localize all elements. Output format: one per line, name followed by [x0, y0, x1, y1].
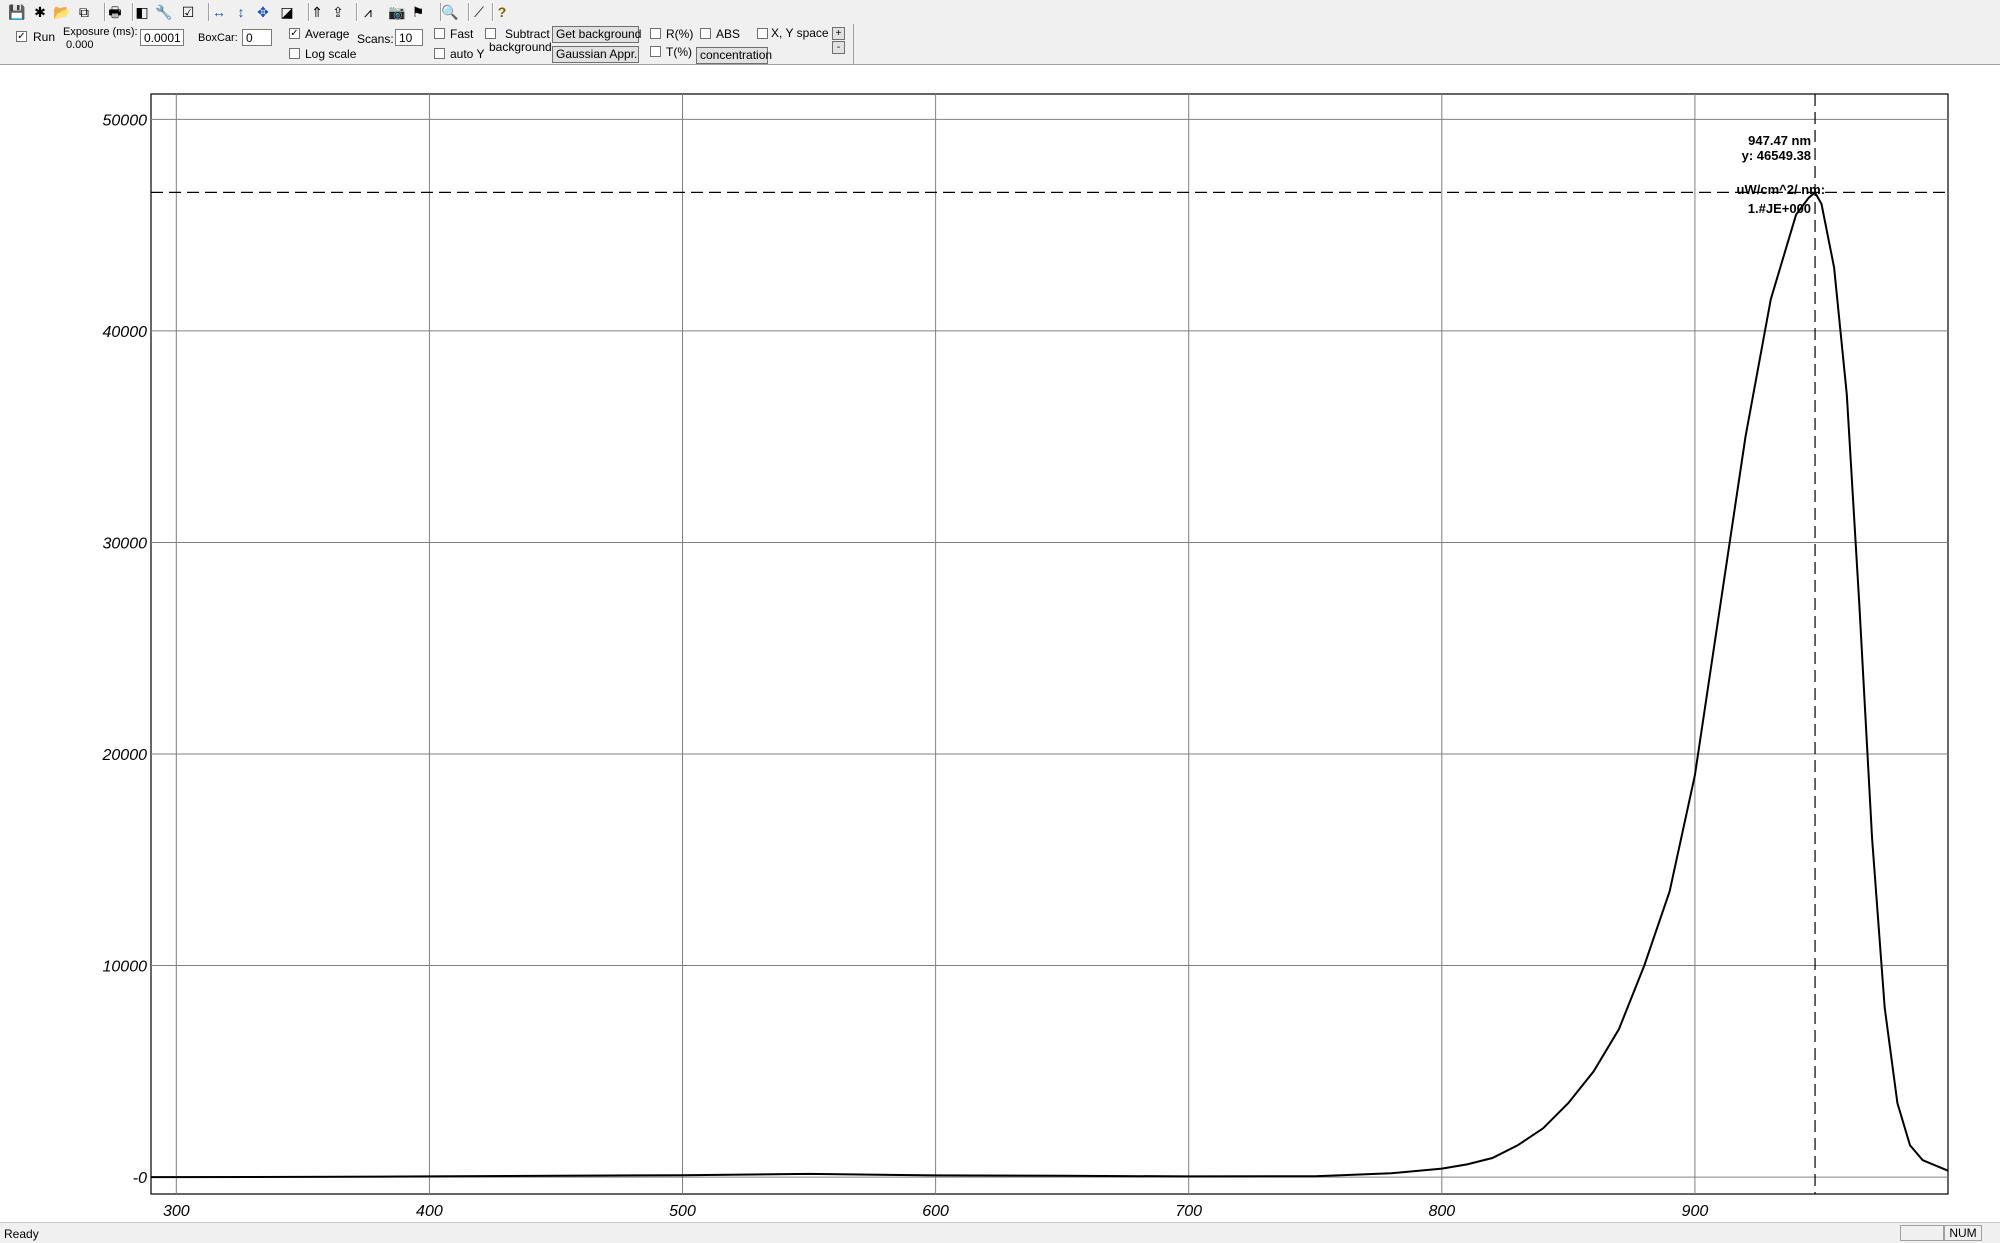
spin-up-button[interactable]: +: [832, 27, 845, 40]
toolbar-separator: [356, 3, 358, 21]
subtract-background-checkbox[interactable]: [485, 28, 496, 39]
t-percent-label: T(%): [666, 45, 692, 59]
auto-y-checkbox[interactable]: [434, 48, 445, 59]
scans-label: Scans:: [357, 32, 394, 46]
boxcar-input[interactable]: [242, 29, 272, 46]
toolbar-separator: [468, 3, 470, 21]
log-scale-label: Log scale: [305, 47, 357, 61]
checkmark-box-icon[interactable]: ☑: [179, 3, 197, 21]
get-background-button[interactable]: Get background: [552, 26, 641, 43]
r-percent-label: R(%): [666, 27, 694, 41]
y-tick-label: -0: [133, 1170, 147, 1187]
run-label: Run: [33, 30, 56, 44]
spectrum-plot-area[interactable]: 300 400 500 600 700 800 900 -0 10000 20000 30000 40…: [0, 64, 2000, 1223]
average-label: Average: [305, 27, 350, 41]
new-spectrum-icon[interactable]: ✱: [31, 3, 49, 21]
magnify-icon[interactable]: 🔍: [441, 3, 459, 21]
scans-input[interactable]: [395, 29, 423, 46]
peak-up-icon[interactable]: ⇑: [308, 3, 326, 21]
average-checkbox[interactable]: ✓: [289, 28, 300, 39]
subtract-label: Subtract: [505, 27, 550, 41]
num-lock-indicator: NUM: [1944, 1225, 1982, 1241]
status-text: Ready: [4, 1227, 39, 1241]
y-tick-label: 20000: [102, 747, 148, 764]
print-icon[interactable]: 🖶: [106, 3, 124, 21]
t-percent-checkbox[interactable]: [650, 46, 661, 57]
cursor-value-readout: 1.#JE+000: [1748, 201, 1811, 216]
xy-space-label: X, Y space: [771, 26, 829, 40]
help-icon[interactable]: ?: [493, 3, 511, 21]
camera-icon[interactable]: 📷: [388, 3, 406, 21]
copy-icon[interactable]: ⧉: [75, 3, 93, 21]
log-scale-checkbox[interactable]: [289, 48, 300, 59]
plot-frame: [150, 93, 1949, 1195]
spectrum-peaks-icon[interactable]: ⩘: [359, 3, 377, 21]
cursor-unit-readout: uW/cm^2/ nm:: [1737, 182, 1826, 197]
x-tick-label: 400: [416, 1203, 443, 1220]
toolbar-separator: [440, 3, 442, 21]
abs-label: ABS: [716, 27, 741, 41]
y-tick-label: 30000: [103, 535, 148, 552]
x-tick-label: 800: [1428, 1203, 1455, 1220]
toolbar-separator: [132, 3, 134, 21]
move-arrows-icon[interactable]: ✥: [254, 3, 272, 21]
concentration-button[interactable]: concentration: [696, 47, 772, 64]
cursor-x-readout: 947.47 nm: [1748, 133, 1811, 148]
cursor-y-readout: y: 46549.38: [1742, 148, 1811, 163]
toolbar-separator: [104, 3, 106, 21]
x-tick-label: 700: [1175, 1203, 1202, 1220]
spin-down-button[interactable]: -: [832, 41, 845, 54]
r-percent-checkbox[interactable]: [650, 28, 661, 39]
xy-space-checkbox[interactable]: [757, 28, 768, 39]
exposure-label: Exposure (ms):: [63, 26, 138, 38]
y-tick-label: 40000: [103, 324, 148, 341]
wrench-icon[interactable]: 🔧: [155, 3, 173, 21]
toolbar-separator: [208, 3, 210, 21]
folder-arrow-icon[interactable]: ⇪: [329, 3, 347, 21]
y-tick-label: 50000: [103, 112, 148, 129]
x-tick-label: 500: [669, 1203, 696, 1220]
y-tick-label: 10000: [103, 959, 148, 976]
device-icon[interactable]: ◧: [133, 3, 151, 21]
status-bar: Ready NUM: [0, 1222, 2000, 1243]
auto-y-label: auto Y: [450, 47, 485, 61]
x-tick-label: 600: [922, 1203, 949, 1220]
chart-zoom-icon[interactable]: ◪: [278, 3, 296, 21]
exposure-input[interactable]: [140, 29, 184, 46]
spectrum-chart[interactable]: 300 400 500 600 700 800 900 -0 10000 20000 30000 40…: [0, 65, 2000, 1223]
horizontal-arrows-icon[interactable]: ↔: [210, 3, 228, 21]
fast-label: Fast: [450, 27, 474, 41]
status-panel-blank: [1900, 1225, 1944, 1241]
exposure-current-value: 0.000: [66, 39, 94, 51]
control-bar-edge: [853, 24, 854, 64]
control-bar: ✓ Run Exposure (ms): 0.000 BoxCar: ✓ Ave…: [0, 24, 2000, 85]
flag-icon[interactable]: ⚑: [409, 3, 427, 21]
boxcar-label: BoxCar:: [198, 32, 238, 44]
vertical-arrows-icon[interactable]: ↕: [232, 3, 250, 21]
run-checkbox[interactable]: ✓: [16, 31, 27, 42]
line-fit-icon[interactable]: ⟋: [470, 3, 488, 21]
x-tick-label: 900: [1682, 1203, 1709, 1220]
open-folder-icon[interactable]: 📂: [53, 3, 71, 21]
toolbar-separator: [492, 3, 494, 21]
x-tick-label: 300: [163, 1203, 190, 1220]
toolbar: 💾 ✱ 📂 ⧉ 🖶 ◧ 🔧 ☑ ↔ ↕ ✥ ◪ ⇑ ⇪ ⩘ 📷 ⚑ 🔍 ⟋?: [0, 0, 2000, 25]
save-icon[interactable]: 💾: [8, 3, 26, 21]
gaussian-appr-button[interactable]: Gaussian Appr.: [552, 46, 639, 63]
toolbar-separator: [308, 3, 310, 21]
background-label: background: [489, 40, 552, 54]
fast-checkbox[interactable]: [434, 28, 445, 39]
abs-checkbox[interactable]: [700, 28, 711, 39]
